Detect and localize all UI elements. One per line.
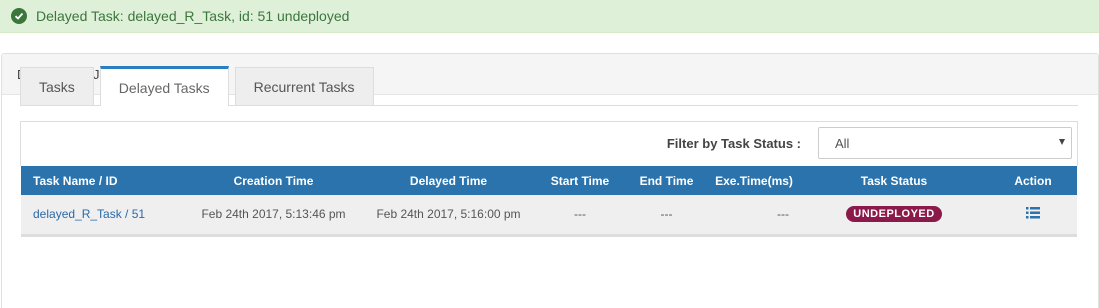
column-header[interactable]: Exe.Time(ms) [709, 166, 799, 195]
table-header-row: Task Name / ID Creation Time Delayed Tim… [21, 166, 1077, 195]
tab-delayed-tasks[interactable]: Delayed Tasks [99, 66, 229, 106]
delayed-time: Feb 24th 2017, 5:16:00 pm [376, 207, 521, 222]
delayed-tasks-table: Task Name / ID Creation Time Delayed Tim… [21, 166, 1077, 237]
selected-status: All [835, 135, 850, 151]
column-header[interactable]: Delayed Time [361, 166, 536, 195]
caret-down-icon [1059, 139, 1065, 145]
table-row: delayed_R_Task / 51 Feb 24th 2017, 5:13:… [21, 195, 1077, 235]
task-status-select[interactable]: All [818, 127, 1072, 159]
exe-time: --- [777, 207, 789, 222]
filter-bar: Filter by Task Status : All [20, 121, 1078, 166]
creation-time: Feb 24th 2017, 5:13:46 pm [201, 207, 346, 222]
tab-tasks[interactable]: Tasks [20, 67, 94, 105]
success-alert: Delayed Task: delayed_R_Task, id: 51 und… [0, 0, 1099, 33]
column-header[interactable]: End Time [624, 166, 709, 195]
task-tabs: Tasks Delayed Tasks Recurrent Tasks [20, 66, 1078, 106]
column-header[interactable]: Creation Time [186, 166, 361, 195]
status-badge: UNDEPLOYED [846, 206, 942, 223]
filter-label: Filter by Task Status : [666, 136, 801, 151]
start-time: --- [574, 207, 586, 222]
column-header[interactable]: Start Time [536, 166, 624, 195]
list-icon[interactable] [1026, 206, 1040, 222]
tab-recurrent-tasks[interactable]: Recurrent Tasks [234, 67, 374, 105]
alert-message: Delayed Task: delayed_R_Task, id: 51 und… [36, 8, 350, 24]
check-circle-icon [11, 8, 27, 24]
column-header[interactable]: Task Name / ID [21, 166, 186, 195]
column-header: Action [1014, 173, 1052, 188]
end-time: --- [660, 207, 673, 222]
column-header[interactable]: Task Status [799, 166, 989, 195]
task-link[interactable]: delayed_R_Task / 51 [33, 207, 145, 221]
